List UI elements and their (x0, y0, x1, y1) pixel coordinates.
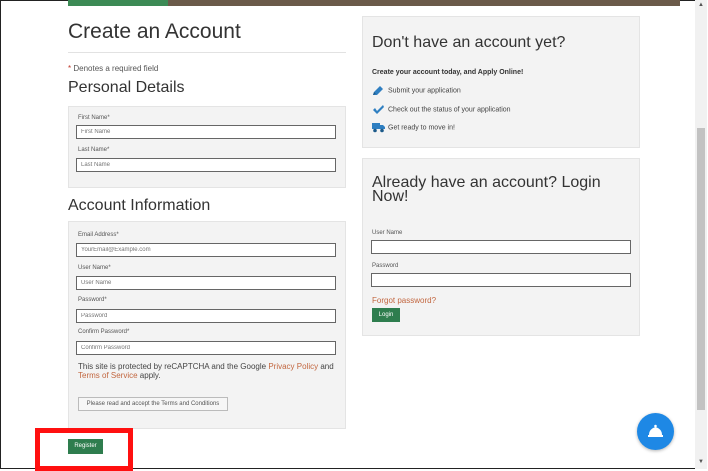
promo-heading: Don't have an account yet? (372, 34, 566, 51)
forgot-password-link[interactable]: Forgot password? (372, 296, 436, 305)
confirm-password-label: Confirm Password* (78, 329, 130, 335)
pencil-icon (372, 85, 385, 96)
promo-feature-text: Submit your application (388, 87, 461, 95)
create-account-title: Create an Account (68, 20, 241, 43)
register-highlight-box (35, 428, 133, 471)
hero-image-strip (68, 0, 680, 6)
username-label: User Name* (78, 265, 111, 271)
confirm-password-input[interactable] (76, 341, 336, 355)
login-button[interactable]: Login (372, 308, 400, 322)
promo-feature-text: Check out the status of your application (388, 106, 511, 114)
promo-feature-text: Get ready to move in! (388, 124, 455, 132)
terms-of-service-link[interactable]: Terms of Service (78, 371, 138, 380)
promo-feature-3: Get ready to move in! (372, 122, 455, 134)
password-input[interactable] (76, 309, 336, 323)
promo-feature-2: Check out the status of your application (372, 104, 511, 116)
email-input[interactable] (76, 243, 336, 257)
password-label: Password* (78, 297, 107, 303)
checkmark-icon (372, 104, 385, 115)
recaptcha-and: and (318, 362, 334, 371)
recaptcha-notice: This site is protected by reCAPTCHA and … (78, 362, 340, 380)
login-password-label: Password (372, 263, 399, 269)
scroll-down-arrow-icon[interactable]: ▼ (698, 459, 704, 465)
terms-and-conditions-button[interactable]: Please read and accept the Terms and Con… (78, 397, 228, 411)
promo-subheading: Create your account today, and Apply Onl… (372, 69, 524, 76)
login-username-label: User Name (372, 230, 403, 236)
scroll-up-arrow-icon[interactable]: ▲ (698, 2, 704, 8)
privacy-policy-link[interactable]: Privacy Policy (268, 362, 318, 371)
truck-icon (372, 122, 385, 133)
login-password-input[interactable] (371, 273, 631, 287)
promo-feature-1: Submit your application (372, 85, 461, 97)
recaptcha-apply: apply. (137, 371, 161, 380)
hero-strip-accent (68, 0, 168, 6)
personal-details-heading: Personal Details (68, 79, 185, 96)
login-username-input[interactable] (371, 240, 631, 254)
title-divider (68, 52, 346, 53)
email-label: Email Address* (78, 232, 119, 238)
last-name-input[interactable] (76, 158, 336, 172)
chat-bell-icon (648, 424, 663, 437)
login-heading: Already have an account? Login Now! (372, 174, 601, 205)
required-field-note: * Denotes a required field (68, 64, 158, 73)
first-name-label: First Name* (78, 115, 110, 121)
first-name-input[interactable] (76, 125, 336, 139)
required-note-text: Denotes a required field (73, 64, 159, 73)
account-information-heading: Account Information (68, 197, 211, 214)
required-star: * (68, 64, 72, 73)
username-input[interactable] (76, 276, 336, 290)
last-name-label: Last Name* (78, 147, 110, 153)
scrollbar-thumb[interactable] (697, 128, 705, 410)
chat-launcher-button[interactable] (637, 413, 674, 450)
recaptcha-text: This site is protected by reCAPTCHA and … (78, 362, 269, 371)
